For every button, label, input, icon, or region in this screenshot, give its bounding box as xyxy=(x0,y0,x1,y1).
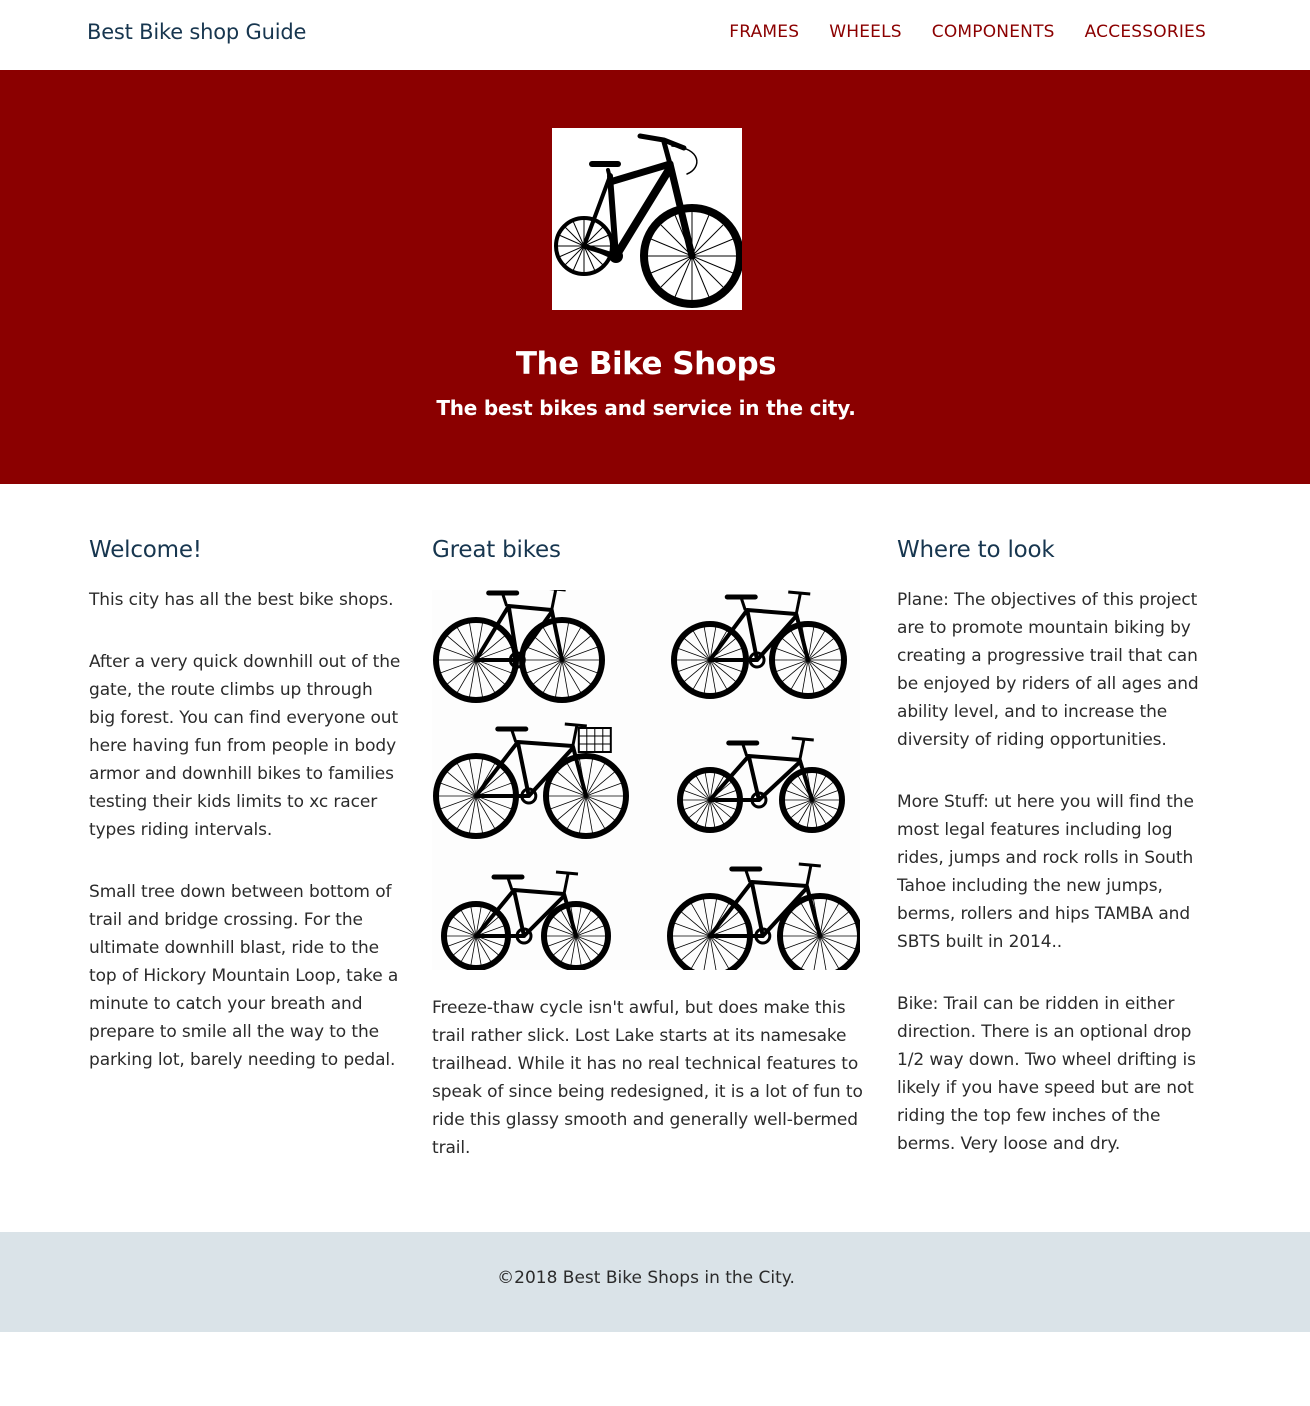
bicycle-silhouette-icon xyxy=(433,722,629,839)
bicycle-silhouette-icon xyxy=(441,870,611,971)
bicycle-silhouette-icon xyxy=(667,862,863,979)
welcome-paragraph-3: Small tree down between bottom of trail … xyxy=(89,882,399,1070)
nav-menu: FRAMES WHEELS COMPONENTS ACCESSORIES xyxy=(729,22,1206,42)
nav-link-components[interactable]: COMPONENTS xyxy=(932,22,1055,42)
top-navbar: Best Bike shop Guide FRAMES WHEELS COMPO… xyxy=(0,0,1310,70)
footer-copyright: ©2018 Best Bike Shops in the City. xyxy=(497,1268,795,1288)
nav-item-accessories: ACCESSORIES xyxy=(1085,22,1206,42)
bikes-grid-image xyxy=(432,586,863,979)
hero-subtitle: The best bikes and service in the city. xyxy=(436,396,856,420)
where-paragraph-more-stuff: More Stuff: ut here you will find the mo… xyxy=(897,792,1194,952)
great-bikes-heading: Great bikes xyxy=(432,537,561,563)
great-bikes-paragraph: Freeze-thaw cycle isn't awful, but does … xyxy=(432,998,863,1158)
nav-link-wheels[interactable]: WHEELS xyxy=(829,22,902,42)
welcome-heading: Welcome! xyxy=(89,537,202,563)
hero-bicycle-image xyxy=(552,128,744,310)
page-footer: ©2018 Best Bike Shops in the City. xyxy=(0,1232,1310,1332)
nav-item-components: COMPONENTS xyxy=(932,22,1055,42)
bicycle-silhouette-icon xyxy=(671,590,847,699)
nav-item-frames: FRAMES xyxy=(729,22,799,42)
welcome-column: Welcome! This city has all the best bike… xyxy=(89,536,401,1108)
hero-title: The Bike Shops xyxy=(515,346,777,382)
welcome-paragraph-2: After a very quick downhill out of the g… xyxy=(89,652,401,840)
where-to-look-heading: Where to look xyxy=(897,537,1055,563)
where-to-look-column: Where to look Plane: The objectives of t… xyxy=(897,536,1215,1192)
nav-item-wheels: WHEELS xyxy=(829,22,902,42)
where-paragraph-bike: Bike: Trail can be ridden in either dire… xyxy=(897,994,1196,1154)
where-paragraph-plane: Plane: The objectives of this project ar… xyxy=(897,590,1199,750)
great-bikes-column: Great bikes Freeze-thaw cycle isn't awfu… xyxy=(432,536,864,1196)
welcome-paragraph-1: This city has all the best bike shops. xyxy=(89,590,394,610)
nav-link-frames[interactable]: FRAMES xyxy=(729,22,799,42)
nav-link-accessories[interactable]: ACCESSORIES xyxy=(1085,22,1206,42)
bicycle-silhouette-icon xyxy=(677,736,845,833)
brand-link[interactable]: Best Bike shop Guide xyxy=(87,20,306,44)
bicycle-silhouette-icon xyxy=(433,586,605,703)
hero-banner: The Bike Shops The best bikes and servic… xyxy=(0,70,1310,484)
